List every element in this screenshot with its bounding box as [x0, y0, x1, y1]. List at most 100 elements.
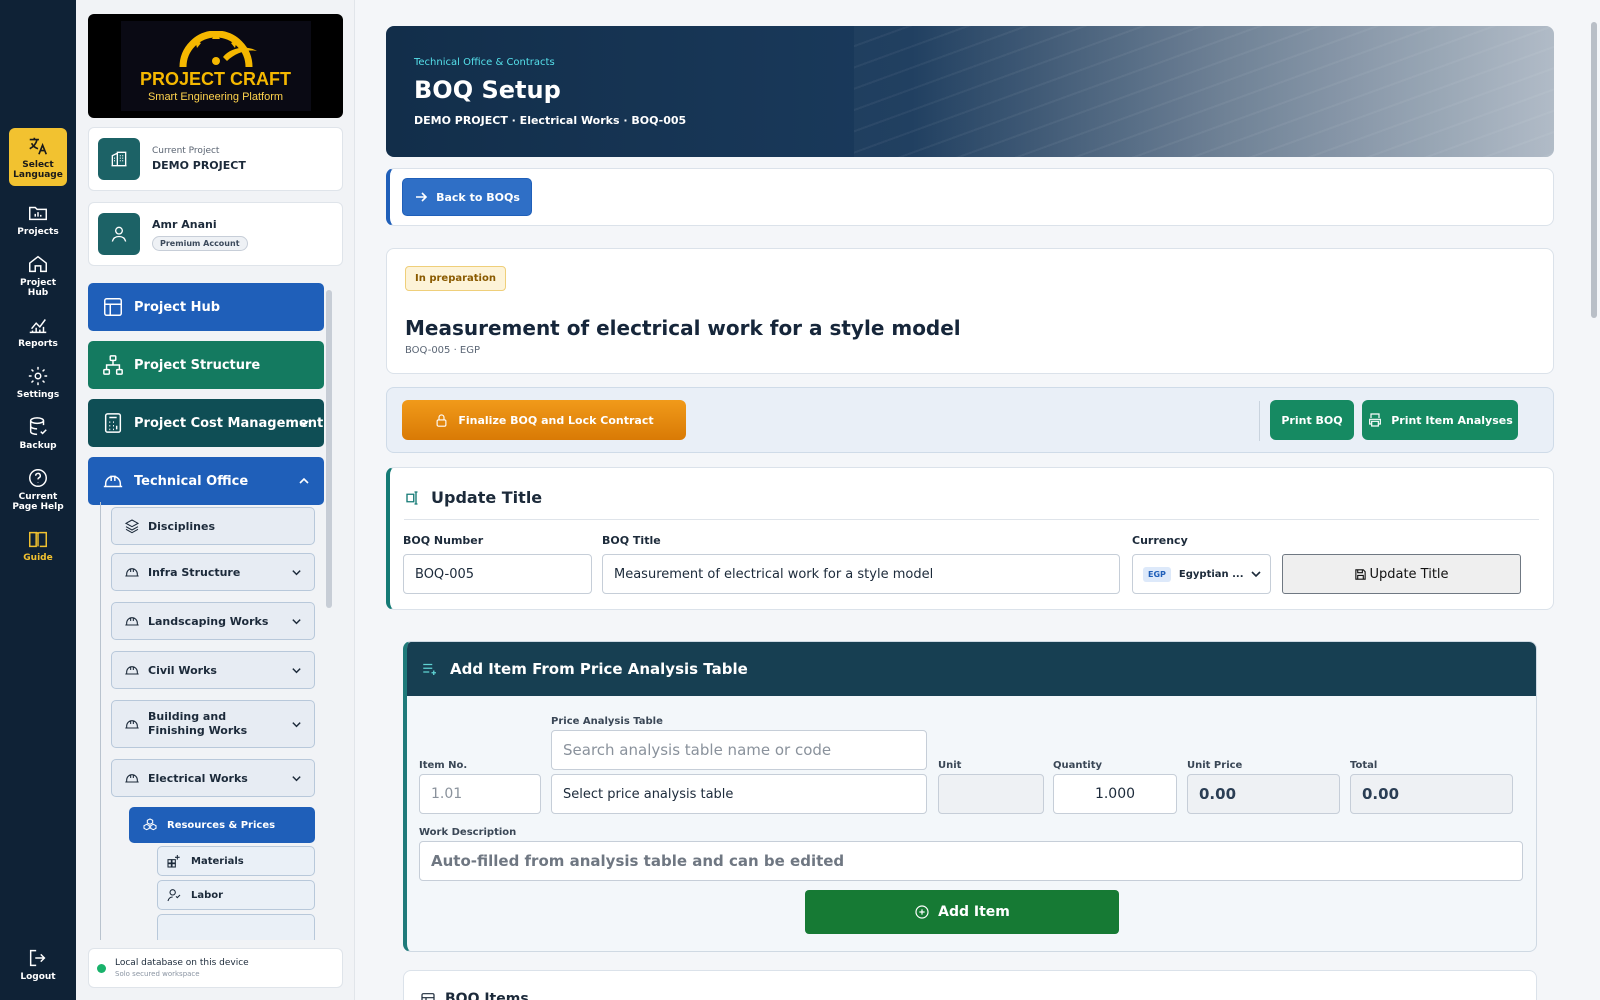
- page-title: BOQ Setup: [414, 76, 561, 104]
- plus-circle-icon: [915, 905, 929, 919]
- price-analysis-select[interactable]: Select price analysis table: [551, 774, 927, 814]
- line-chart-icon: [29, 319, 47, 334]
- brand-title: PROJECT CRAFT: [139, 69, 291, 89]
- sub-civil-works[interactable]: Civil Works: [111, 651, 315, 689]
- brand-subtitle: Smart Engineering Platform: [147, 91, 284, 103]
- boq-number-input[interactable]: BOQ-005: [403, 554, 592, 594]
- nav-technical-office[interactable]: Technical Office: [88, 457, 324, 505]
- rail-backup-label: Backup: [19, 441, 57, 451]
- section-divider: [404, 519, 1539, 520]
- back-to-boqs-button[interactable]: Back to BOQs: [402, 178, 532, 216]
- unit-input[interactable]: [938, 774, 1044, 814]
- folder-icon: [29, 206, 47, 221]
- book-icon: [29, 531, 47, 548]
- rail-projects-label: Projects: [17, 227, 59, 237]
- nav-scroll-area[interactable]: Project Hub Project Structure Project Co…: [76, 280, 355, 940]
- sub-disciplines[interactable]: Disciplines: [111, 507, 315, 545]
- sub-electrical-label: Electrical Works: [148, 771, 248, 785]
- current-project-name: DEMO PROJECT: [152, 159, 246, 172]
- rail-reports[interactable]: Reports: [9, 314, 67, 349]
- select-language-button[interactable]: Select Language: [9, 128, 67, 186]
- nav-scrollbar[interactable]: [326, 290, 332, 608]
- currency-code-badge: EGP: [1143, 566, 1171, 582]
- rail-backup[interactable]: Backup: [9, 416, 67, 451]
- nav-project-structure[interactable]: Project Structure: [88, 341, 324, 389]
- brand-logo: PROJECT CRAFT Smart Engineering Platform: [88, 14, 343, 118]
- update-title-button-label: Update Title: [1369, 566, 1449, 582]
- chevron-down-icon: [1251, 571, 1261, 578]
- boq-items-title: BOQ Items: [445, 991, 529, 1000]
- hard-hat-icon: [125, 617, 139, 626]
- main-content: Technical Office & Contracts BOQ Setup D…: [355, 0, 1585, 1000]
- sub-landscaping-works[interactable]: Landscaping Works: [111, 602, 315, 640]
- finalize-boq-button[interactable]: Finalize BOQ and Lock Contract: [402, 400, 686, 440]
- grid-plus-icon: [167, 855, 180, 868]
- finalize-label: Finalize BOQ and Lock Contract: [458, 413, 654, 427]
- boq-number-value: BOQ-005: [415, 566, 475, 582]
- boq-number-label: BOQ Number: [403, 534, 484, 547]
- save-icon: [1355, 568, 1367, 580]
- sub-building-finishing-works[interactable]: Building and Finishing Works: [111, 700, 315, 748]
- hard-hat-icon: [125, 666, 139, 675]
- item-no-input[interactable]: 1.01: [419, 774, 541, 814]
- unit-price-value: 0.00: [1199, 785, 1237, 803]
- boq-title-label: BOQ Title: [602, 534, 661, 547]
- actions-panel: Finalize BOQ and Lock Contract Print BOQ…: [386, 387, 1554, 453]
- rail-settings[interactable]: Settings: [9, 365, 67, 400]
- user-card[interactable]: Amr Anani Premium Account: [88, 202, 343, 266]
- page-header: Technical Office & Contracts BOQ Setup D…: [386, 26, 1554, 157]
- boq-meta: BOQ-005 · EGP: [405, 345, 481, 356]
- print-item-analyses-button[interactable]: Print Item Analyses: [1362, 400, 1518, 440]
- current-project-label: Current Project: [152, 146, 220, 156]
- hard-hat-icon: [103, 475, 123, 488]
- quantity-input[interactable]: 1.000: [1053, 774, 1177, 814]
- nav-project-hub[interactable]: Project Hub: [88, 283, 324, 331]
- update-title-heading-text: Update Title: [431, 488, 543, 507]
- page-scrollbar-thumb[interactable]: [1591, 22, 1597, 318]
- rail-project-hub[interactable]: Project Hub: [9, 253, 67, 298]
- print-analyses-label: Print Item Analyses: [1391, 413, 1513, 427]
- boq-info-panel: In preparation Measurement of electrical…: [386, 248, 1554, 374]
- nav-materials[interactable]: Materials: [157, 846, 315, 876]
- account-badge: Premium Account: [152, 235, 248, 251]
- nav-resources-prices[interactable]: Resources & Prices: [129, 807, 315, 843]
- rail-guide[interactable]: Guide: [9, 528, 67, 563]
- chevron-down-icon: [292, 618, 301, 624]
- user-icon: [111, 226, 127, 242]
- currency-label: Currency: [1132, 534, 1188, 547]
- unit-price-input[interactable]: 0.00: [1187, 774, 1340, 814]
- currency-select[interactable]: EGP Egyptian ...: [1132, 554, 1271, 594]
- nav-cost-management[interactable]: Project Cost Management: [88, 399, 324, 447]
- user-name: Amr Anani: [152, 217, 217, 231]
- sub-disciplines-label: Disciplines: [148, 519, 215, 533]
- header-background-decoration: [854, 26, 1554, 157]
- page-scrollbar[interactable]: [1588, 0, 1600, 1000]
- add-item-button[interactable]: Add Item: [805, 890, 1119, 934]
- rail-help[interactable]: Current Page Help: [9, 467, 67, 512]
- sub-infra-label: Infra Structure: [148, 565, 241, 579]
- printer-icon: [1369, 413, 1382, 427]
- nav-cost-management-label: Project Cost Management: [134, 415, 324, 431]
- sub-infra-structure[interactable]: Infra Structure: [111, 553, 315, 591]
- nav-next-item[interactable]: [157, 914, 315, 940]
- hierarchy-icon: [103, 355, 123, 375]
- current-project-card[interactable]: Current Project DEMO PROJECT: [88, 127, 343, 191]
- rail-reports-label: Reports: [18, 339, 58, 349]
- chevron-down-icon: [292, 569, 301, 575]
- price-analysis-search-placeholder: Search analysis table name or code: [563, 741, 832, 759]
- print-boq-label: Print BOQ: [1281, 413, 1343, 427]
- print-boq-button[interactable]: Print BOQ: [1270, 400, 1354, 440]
- sub-building-label: Building and Finishing Works: [148, 710, 248, 737]
- help-icon: [29, 469, 47, 487]
- rail-projects[interactable]: Projects: [9, 202, 67, 237]
- rail-logout[interactable]: Logout: [9, 947, 67, 982]
- boq-title-input[interactable]: Measurement of electrical work for a sty…: [602, 554, 1120, 594]
- total-input[interactable]: 0.00: [1350, 774, 1513, 814]
- database-icon: [29, 417, 47, 436]
- sub-electrical-works[interactable]: Electrical Works: [111, 759, 315, 797]
- work-description-input[interactable]: Auto-filled from analysis table and can …: [419, 841, 1523, 881]
- update-title-button[interactable]: Update Title: [1282, 554, 1521, 594]
- rail-settings-label: Settings: [16, 390, 60, 400]
- price-analysis-search-input[interactable]: Search analysis table name or code: [551, 730, 927, 770]
- nav-labor[interactable]: Labor: [157, 880, 315, 910]
